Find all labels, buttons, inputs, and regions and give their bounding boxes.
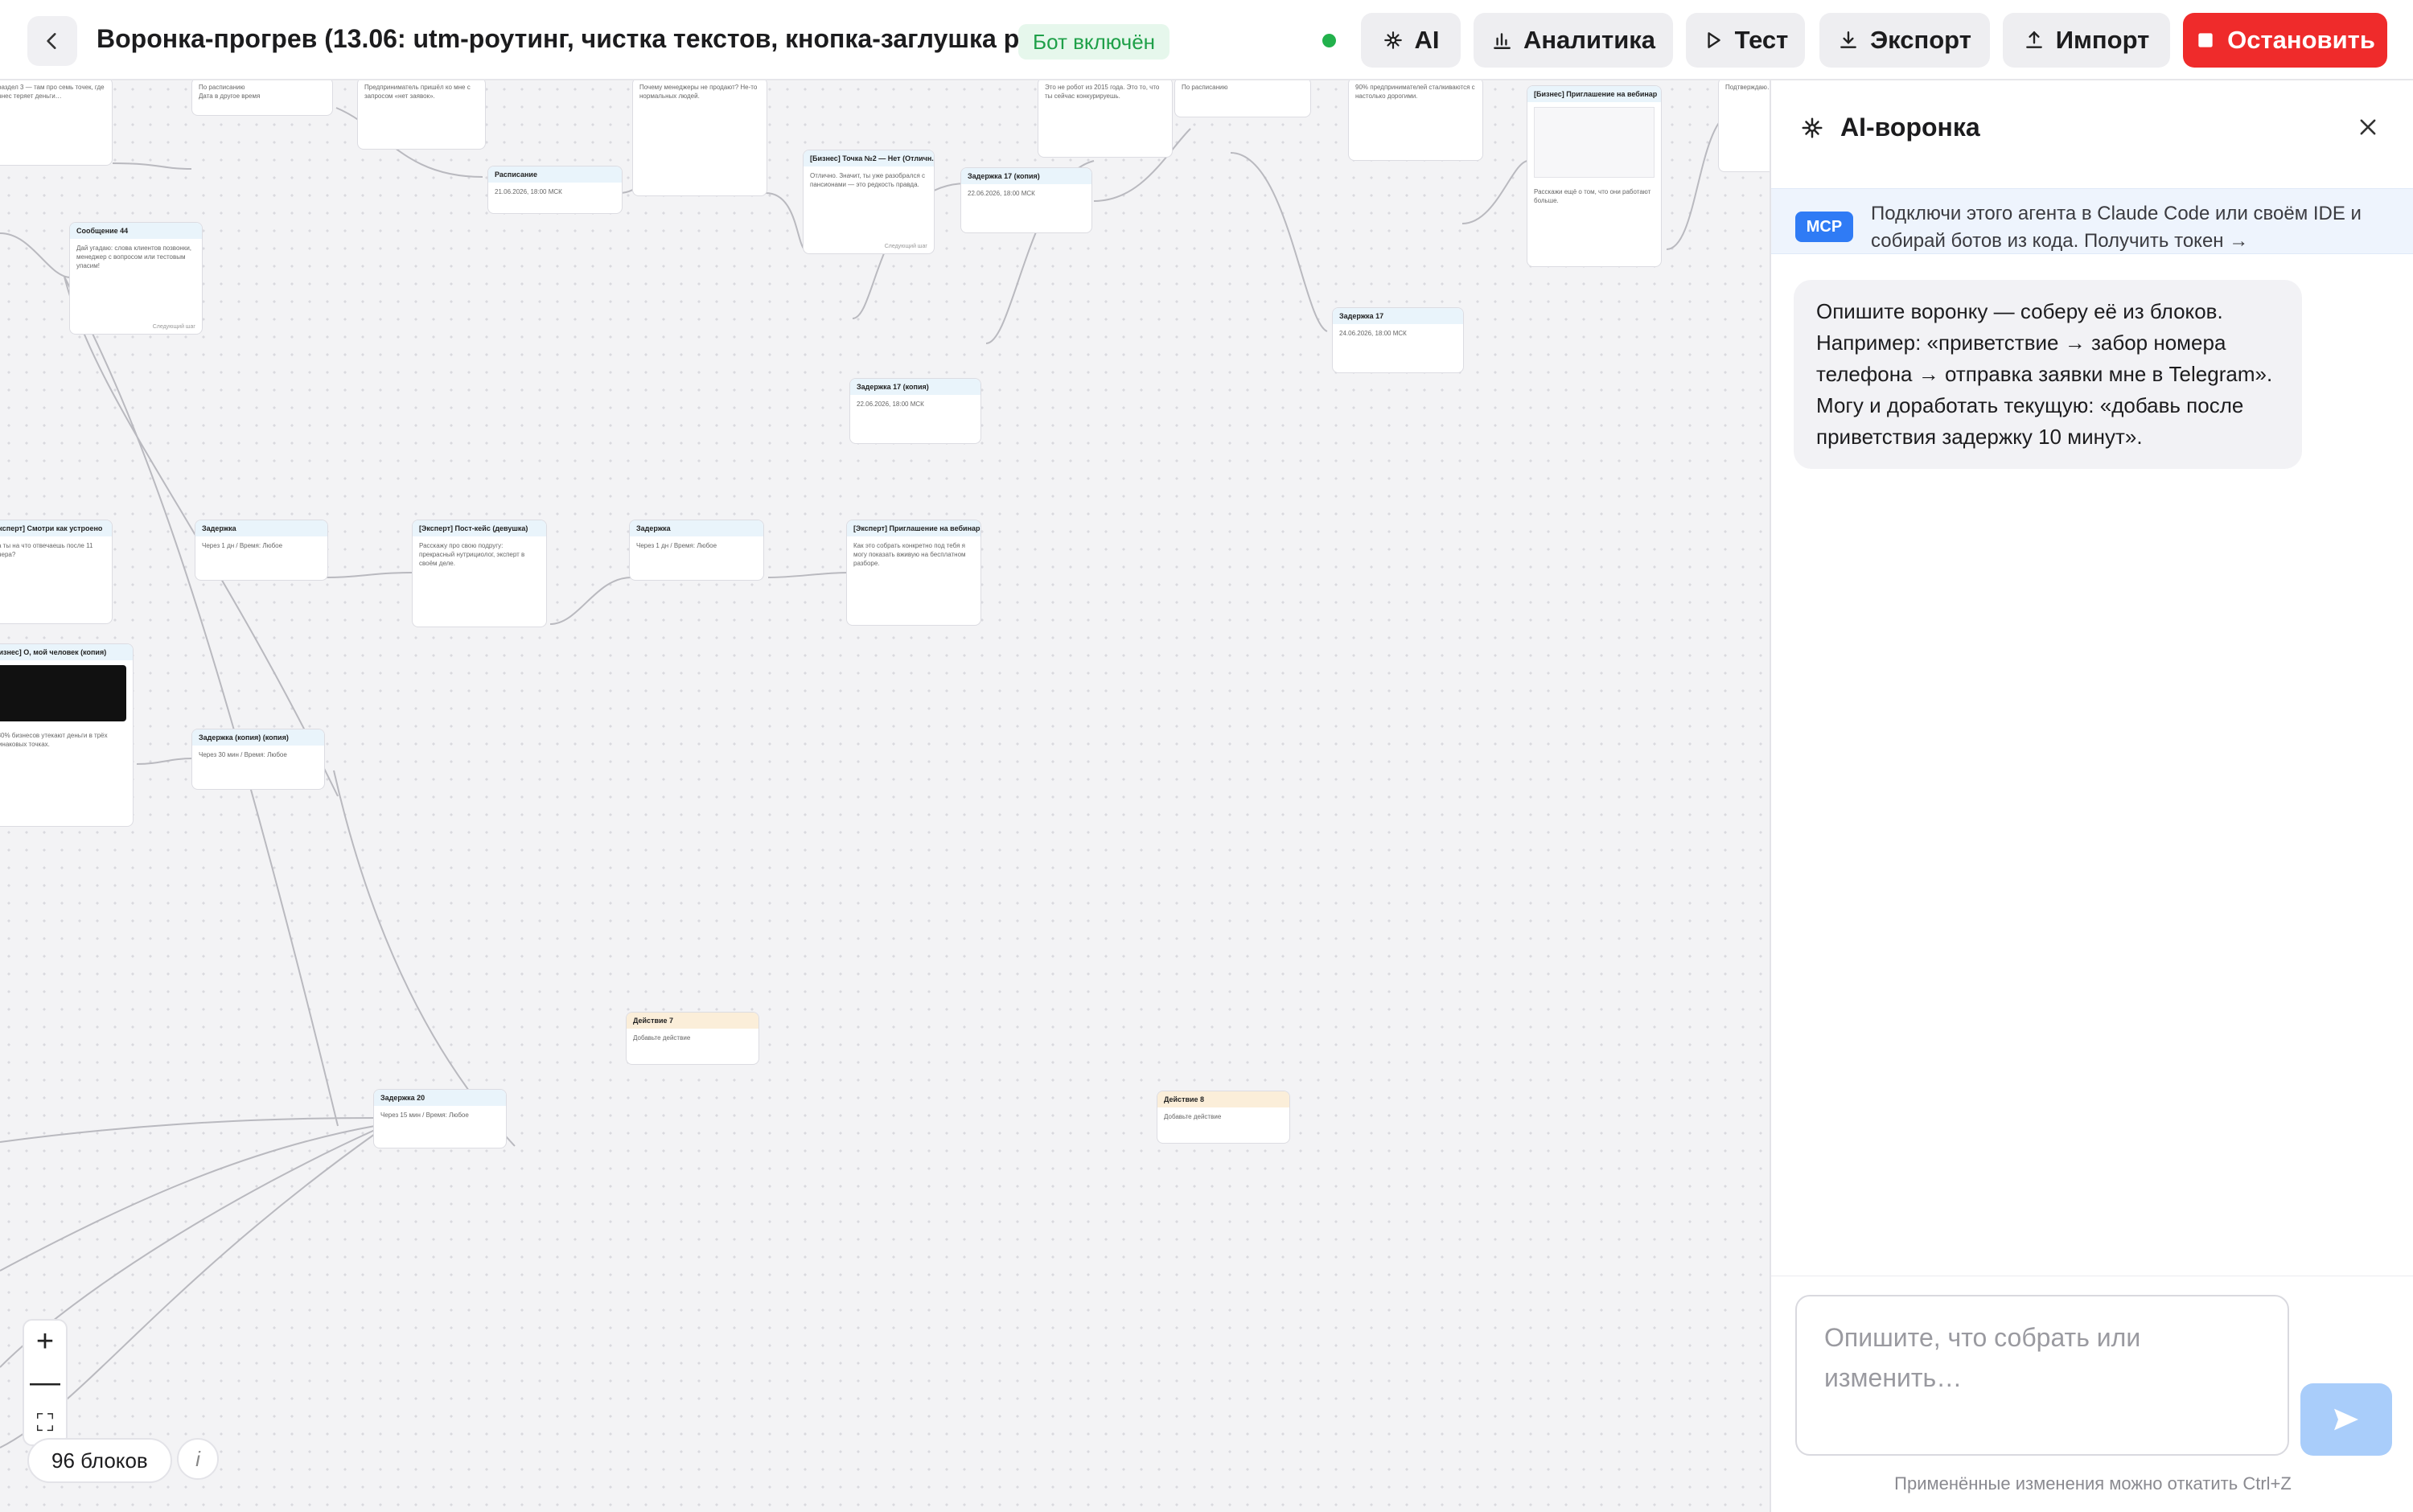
upload-icon — [2025, 31, 2042, 48]
zoom-in-button[interactable]: + — [36, 1326, 54, 1357]
flow-node[interactable]: По расписанию Дата в другое время — [191, 80, 333, 116]
flow-node-expert-post[interactable]: [Эксперт] Пост-кейс (девушка) Расскажу п… — [412, 520, 547, 627]
flow-node-expert-webinar[interactable]: [Эксперт] Приглашение на вебинар Как это… — [846, 520, 981, 626]
flow-node-message[interactable]: Сообщение 44 Дай угадаю: слова клиентов … — [69, 222, 203, 335]
mcp-banner[interactable]: MCP Подключи этого агента в Claude Code … — [1771, 188, 2413, 254]
bar-chart-icon — [1494, 33, 1511, 49]
stop-button-label: Остановить — [2227, 26, 2375, 54]
ai-panel-title: AI-воронка — [1840, 113, 1980, 142]
back-button[interactable] — [27, 16, 77, 66]
sparkle-icon — [1802, 117, 1823, 138]
flow-node-delay-copy[interactable]: Задержка 17 (копия) 22.06.2026, 18:00 МС… — [849, 378, 981, 444]
blocks-count: 96 блоков — [27, 1438, 172, 1483]
mcp-badge: MCP — [1795, 212, 1853, 242]
download-icon — [1840, 31, 1856, 48]
flow-node-webinar-invite[interactable]: [Бизнес] Приглашение на вебинар Расскажи… — [1527, 85, 1662, 267]
flow-node-action-7[interactable]: Действие 7 Добавьте действие — [626, 1012, 759, 1065]
flow-node[interactable]: Предприниматель пришёл ко мне с запросом… — [357, 80, 486, 150]
status-indicator — [1322, 34, 1336, 47]
ai-panel: AI-воронка MCP Подключи этого агента в C… — [1770, 80, 2413, 1512]
flow-node[interactable]: Почему менеджеры не продают? Не-то норма… — [632, 80, 767, 196]
fit-view-button[interactable]: ⛶ — [37, 1408, 54, 1439]
flow-node-delay-20[interactable]: Задержка 20 Через 15 мин / Время: Любое — [373, 1089, 507, 1148]
test-button[interactable]: Тест — [1686, 13, 1805, 68]
play-icon — [1708, 32, 1720, 48]
analytics-button-label: Аналитика — [1523, 26, 1656, 54]
assistant-message: Опишите воронку — соберу её из блоков. Н… — [1794, 280, 2302, 469]
stop-button[interactable]: Остановить — [2183, 13, 2387, 68]
flow-node[interactable]: …раздел 3 — там про семь точек, где бизн… — [0, 80, 113, 166]
test-button-label: Тест — [1734, 26, 1789, 54]
status-badge: Бот включён — [1018, 24, 1170, 60]
import-button[interactable]: Импорт — [2003, 13, 2170, 68]
dark-preview-image — [0, 665, 126, 721]
page-title: Воронка-прогрев (13.06: utm-роутинг, чис… — [97, 24, 1116, 53]
flow-node[interactable]: Это не робот из 2015 года. Это то, что т… — [1038, 80, 1173, 158]
mcp-text[interactable]: Подключи этого агента в Claude Code или … — [1871, 200, 2386, 255]
flow-node[interactable]: 90% предпринимателей сталкиваются с наст… — [1348, 80, 1483, 161]
flow-node-delay-copy[interactable]: Задержка (копия) (копия) Через 30 мин / … — [191, 729, 325, 790]
chevron-left-icon — [47, 33, 56, 49]
flow-node-delay-17[interactable]: Задержка 17 24.06.2026, 18:00 МСК — [1332, 307, 1464, 373]
stop-square-icon — [2198, 33, 2213, 47]
info-icon[interactable]: i — [177, 1438, 219, 1480]
sparkle-icon — [1383, 31, 1402, 49]
flow-node-delay[interactable]: Задержка Через 1 дн / Время: Любое — [629, 520, 764, 581]
flow-node-schedule[interactable]: Расписание 21.06.2026, 18:00 МСК — [487, 166, 623, 214]
close-button[interactable] — [2352, 111, 2384, 143]
ai-button[interactable]: AI — [1361, 13, 1461, 68]
export-button[interactable]: Экспорт — [1819, 13, 1990, 68]
export-button-label: Экспорт — [1870, 26, 1971, 54]
flow-node-business-copy[interactable]: [Бизнес] О, мой человек (копия) В 80% би… — [0, 643, 134, 827]
flow-node-action-8[interactable]: Действие 8 Добавьте действие — [1157, 1091, 1290, 1144]
flow-node[interactable]: По расписанию — [1174, 80, 1311, 117]
send-button[interactable] — [2300, 1383, 2392, 1456]
flow-node-delay[interactable]: Задержка Через 1 дн / Время: Любое — [195, 520, 328, 581]
flow-node-delay[interactable]: Задержка 17 (копия) 22.06.2026, 18:00 МС… — [960, 167, 1092, 233]
ai-panel-header: AI-воронка — [1800, 113, 1980, 142]
analytics-button[interactable]: Аналитика — [1474, 13, 1673, 68]
flow-node-expert-how[interactable]: [Эксперт] Смотри как устроено …а ты на ч… — [0, 520, 113, 624]
edges-layer — [0, 104, 1730, 1448]
zoom-out-button[interactable]: — — [30, 1367, 60, 1398]
import-button-label: Импорт — [2055, 26, 2150, 54]
close-icon — [2360, 119, 2376, 135]
undo-hint: Применённые изменения можно откатить Ctr… — [1894, 1473, 2292, 1494]
flow-canvas[interactable]: …раздел 3 — там про семь точек, где бизн… — [0, 80, 1770, 1512]
flow-node-business[interactable]: [Бизнес] Точка №2 — Нет (Отличн... Отлич… — [803, 150, 935, 254]
send-icon — [2334, 1408, 2358, 1431]
prompt-input[interactable] — [1795, 1295, 2289, 1456]
ai-button-label: AI — [1414, 26, 1440, 54]
table-preview-image — [1534, 107, 1655, 178]
top-bar: Воронка-прогрев (13.06: utm-роутинг, чис… — [0, 0, 2413, 80]
zoom-controls: + — ⛶ — [23, 1319, 68, 1446]
flow-node[interactable]: Подтверждаю… — [1718, 80, 1770, 172]
